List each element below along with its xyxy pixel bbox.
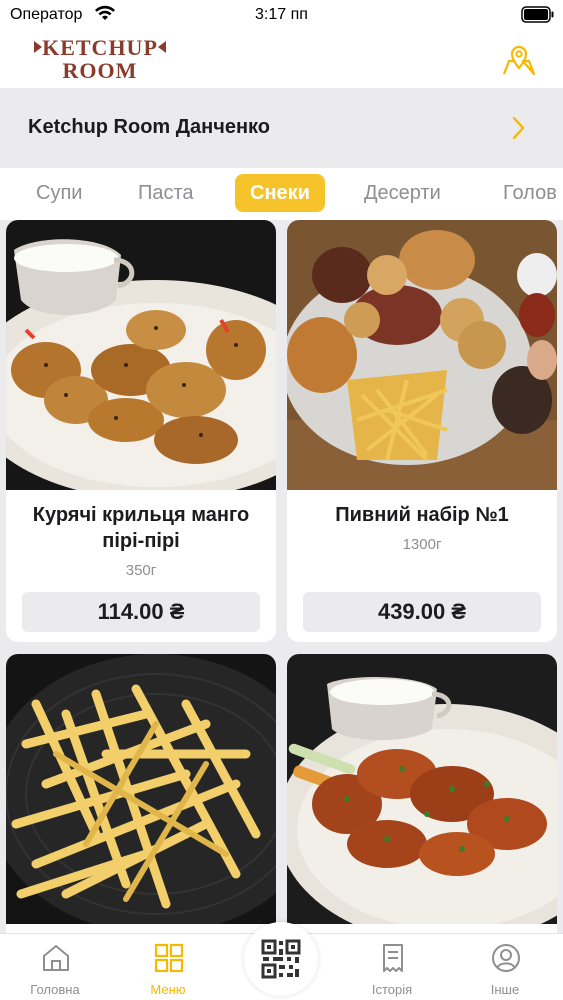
product-card[interactable]: Курячі крильця манго пірі-пірі 350г 114.… [6,220,276,642]
product-weight: 1300г [402,536,442,553]
tab-desserts[interactable]: Десерти [364,174,441,212]
profile-icon [492,944,520,972]
tab-menu-label: Меню [150,982,186,997]
product-price[interactable]: 114.00 ₴ [22,592,260,632]
product-price[interactable]: 439.00 ₴ [303,592,541,632]
tab-soups[interactable]: Супи [36,174,82,212]
svg-text:ROOM: ROOM [63,58,138,83]
product-image [6,654,276,924]
product-name: Пивний набір №1 [335,504,509,526]
category-tabs: Супи Паста Снеки Десерти Голов [0,168,563,220]
product-card[interactable]: Пивний набір №1 1300г 439.00 ₴ [287,220,557,642]
product-card[interactable] [6,654,276,933]
tab-history-label: Історія [371,982,413,997]
menu-grid-icon [154,943,184,973]
product-weight: 350г [125,562,157,579]
qr-code-icon [261,939,301,979]
product-image [6,220,276,490]
tab-home[interactable]: Головна [10,934,100,1000]
status-bar: Оператор 3:17 пп [0,0,563,30]
restaurant-name: Ketchup Room Данченко [28,116,271,138]
ketchup-room-logo: KETCHUP ROOM [34,35,166,83]
tab-snacks[interactable]: Снеки [235,174,325,212]
home-icon [43,945,69,971]
restaurant-selector[interactable]: Ketchup Room Данченко [0,88,563,168]
battery-icon [521,6,554,23]
product-card[interactable] [287,654,557,933]
svg-text:KETCHUP: KETCHUP [42,35,158,60]
tab-main-courses[interactable]: Голов [503,174,557,212]
tab-pasta[interactable]: Паста [138,174,194,212]
tab-menu[interactable]: Меню [123,934,213,1000]
qr-code-button[interactable] [244,922,318,996]
product-name: Курячі крильця манго пірі-пірі [32,504,250,552]
product-image [287,220,557,490]
product-image [287,654,557,924]
receipt-icon [383,944,403,972]
map-pin-icon[interactable] [500,41,538,77]
tab-other-label: Інше [490,982,520,997]
tab-other[interactable]: Інше [460,934,550,1000]
chevron-right-icon [512,116,525,140]
app-header: KETCHUP ROOM [0,30,563,88]
product-grid: Курячі крильця манго пірі-пірі 350г 114.… [0,220,563,933]
clock: 3:17 пп [255,6,308,23]
tab-home-label: Головна [30,982,80,997]
tab-history[interactable]: Історія [347,934,437,1000]
